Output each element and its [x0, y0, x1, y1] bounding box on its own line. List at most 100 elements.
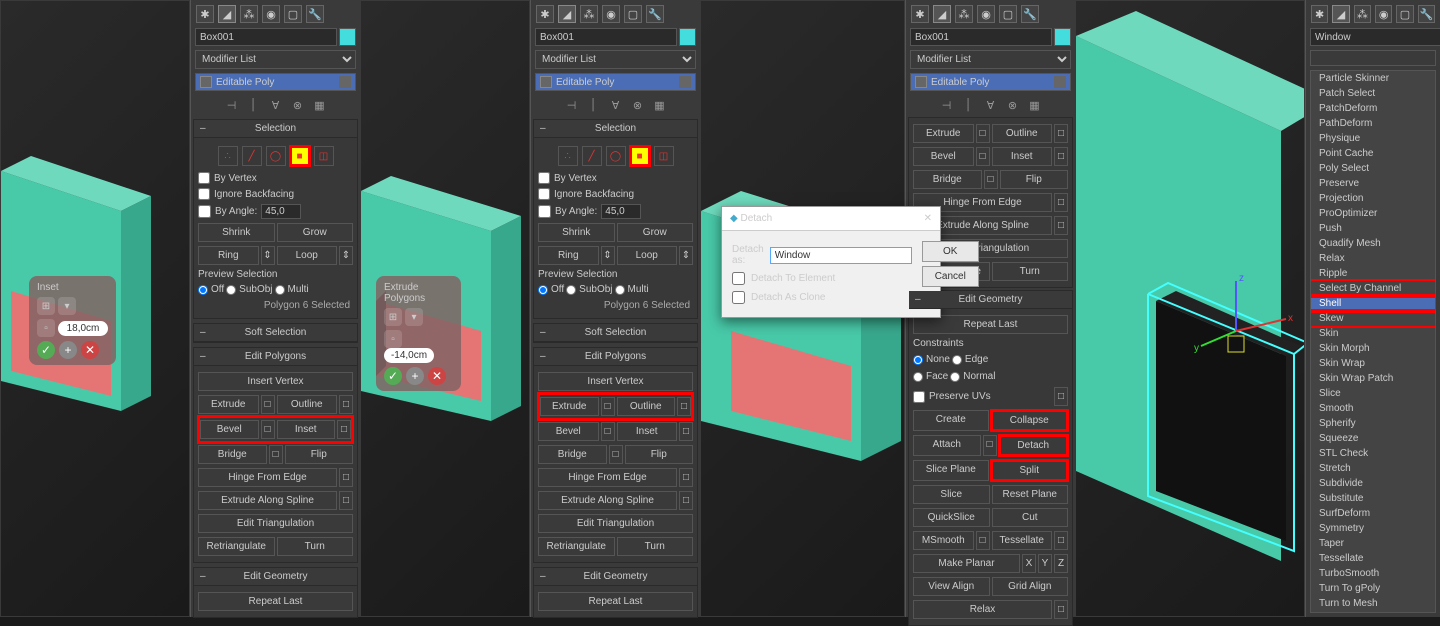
detach-button[interactable]: Detach: [999, 435, 1069, 456]
modifier-item[interactable]: Turn To gPoly: [1311, 581, 1435, 596]
modifier-item[interactable]: Skin: [1311, 326, 1435, 341]
modifier-item[interactable]: SurfDeform: [1311, 506, 1435, 521]
callout-type-icon[interactable]: ⊞: [37, 297, 55, 315]
modify-tab-icon[interactable]: ◢: [218, 5, 236, 23]
callout-type-icon[interactable]: ⊞: [384, 308, 402, 326]
modifier-item[interactable]: ProOptimizer: [1311, 206, 1435, 221]
modifier-item[interactable]: Preserve: [1311, 176, 1435, 191]
viewport-4[interactable]: z x y: [1075, 0, 1305, 617]
split-button[interactable]: Split: [991, 460, 1069, 481]
border-icon[interactable]: ◯: [606, 146, 626, 166]
angle-value[interactable]: [261, 204, 301, 219]
loop-spinner[interactable]: ⇕: [339, 246, 353, 265]
modifier-item[interactable]: Ripple: [1311, 266, 1435, 281]
attach-button[interactable]: Attach: [913, 435, 981, 456]
edge-icon[interactable]: ╱: [582, 146, 602, 166]
ring-spinner[interactable]: ⇕: [261, 246, 275, 265]
modifier-item[interactable]: Skew: [1311, 311, 1435, 326]
object-name[interactable]: [195, 28, 337, 46]
extrude-spline-settings[interactable]: □: [339, 491, 353, 510]
border-icon[interactable]: ◯: [266, 146, 286, 166]
pin-icon[interactable]: ⊣: [224, 97, 240, 113]
object-name[interactable]: [535, 28, 677, 46]
collapse-button[interactable]: Collapse: [991, 410, 1069, 431]
callout-apply[interactable]: +: [59, 341, 77, 359]
detach-as-clone-check[interactable]: [732, 291, 745, 304]
modifier-item[interactable]: Relax: [1311, 251, 1435, 266]
extrude-callout[interactable]: Extrude Polygons ⊞▾ ▫ ✓+✕: [376, 276, 461, 391]
modifier-item[interactable]: Turn to Patch: [1311, 611, 1435, 613]
extrude-button[interactable]: Extrude: [540, 397, 599, 416]
extrude-settings[interactable]: □: [261, 395, 275, 414]
eye-icon[interactable]: [540, 76, 552, 88]
object-color[interactable]: [679, 28, 696, 46]
modifier-item[interactable]: Select By Channel: [1311, 281, 1435, 296]
eye-icon[interactable]: [200, 76, 212, 88]
object-color[interactable]: [339, 28, 356, 46]
preserve-uvs-check[interactable]: [913, 391, 925, 403]
detach-name-field[interactable]: [770, 247, 912, 264]
bridge-button[interactable]: Bridge: [198, 445, 267, 464]
loop-button[interactable]: Loop: [277, 246, 338, 265]
callout-apply[interactable]: +: [406, 367, 424, 385]
retriangulate-button[interactable]: Retriangulate: [198, 537, 275, 556]
inset-settings[interactable]: □: [337, 420, 351, 439]
slice-plane-button[interactable]: Slice Plane: [913, 460, 989, 481]
modifier-item[interactable]: Projection: [1311, 191, 1435, 206]
modifier-item[interactable]: STL Check: [1311, 446, 1435, 461]
close-icon[interactable]: ✕: [924, 213, 932, 224]
element-icon[interactable]: ◫: [654, 146, 674, 166]
ring-button[interactable]: Ring: [198, 246, 259, 265]
stack-toggle-icon[interactable]: [339, 76, 351, 88]
bevel-settings[interactable]: □: [261, 420, 275, 439]
inset-button[interactable]: Inset: [277, 420, 336, 439]
callout-ok[interactable]: ✓: [37, 341, 55, 359]
modifier-item[interactable]: Substitute: [1311, 491, 1435, 506]
modifier-stack[interactable]: Editable Poly: [195, 73, 356, 91]
remove-icon[interactable]: ⊗: [290, 97, 306, 113]
edit-geometry-header[interactable]: Edit Geometry: [194, 568, 357, 586]
extrude-button[interactable]: Extrude: [198, 395, 259, 414]
viewport-3[interactable]: ◆ Detach✕ Detach as: Detach To Element D…: [700, 0, 905, 617]
ignore-backfacing-check[interactable]: [198, 188, 210, 200]
modifier-item[interactable]: Skin Wrap: [1311, 356, 1435, 371]
insert-vertex-button[interactable]: Insert Vertex: [198, 372, 353, 391]
modifier-item[interactable]: Taper: [1311, 536, 1435, 551]
element-icon[interactable]: ◫: [314, 146, 334, 166]
preview-subobj[interactable]: [226, 285, 236, 295]
outline-button[interactable]: Outline: [277, 395, 338, 414]
sets-icon[interactable]: ▦: [312, 97, 328, 113]
polygon-icon[interactable]: ■: [290, 146, 310, 166]
hinge-settings[interactable]: □: [339, 468, 353, 487]
preview-off[interactable]: [198, 285, 208, 295]
callout-cancel[interactable]: ✕: [81, 341, 99, 359]
modifier-item[interactable]: Spherify: [1311, 416, 1435, 431]
modifier-item[interactable]: Symmetry: [1311, 521, 1435, 536]
grow-button[interactable]: Grow: [277, 223, 354, 242]
selection-header[interactable]: Selection: [194, 120, 357, 138]
modifier-stack[interactable]: Editable Poly: [535, 73, 696, 91]
callout-value[interactable]: [58, 321, 108, 336]
modifier-item[interactable]: Point Cache: [1311, 146, 1435, 161]
inset-callout[interactable]: Inset ⊞▾ ▫ ✓+✕: [29, 276, 116, 365]
shrink-button[interactable]: Shrink: [198, 223, 275, 242]
flip-button[interactable]: Flip: [285, 445, 354, 464]
extrude-spline-button[interactable]: Extrude Along Spline: [198, 491, 337, 510]
ok-button[interactable]: OK: [922, 241, 979, 262]
bridge-settings[interactable]: □: [269, 445, 283, 464]
modifier-item[interactable]: Squeeze: [1311, 431, 1435, 446]
modify-tab-icon[interactable]: ◢: [558, 5, 576, 23]
modifier-list[interactable]: Modifier List: [535, 50, 696, 69]
motion-tab-icon[interactable]: ◉: [602, 5, 620, 23]
modifier-item[interactable]: Particle Skinner: [1311, 71, 1435, 86]
outline-settings[interactable]: □: [339, 395, 353, 414]
modifier-item[interactable]: PathDeform: [1311, 116, 1435, 131]
modifier-item[interactable]: Skin Morph: [1311, 341, 1435, 356]
modifier-item[interactable]: Slice: [1311, 386, 1435, 401]
display-tab-icon[interactable]: ▢: [624, 5, 642, 23]
hinge-button[interactable]: Hinge From Edge: [198, 468, 337, 487]
modifier-item[interactable]: Tessellate: [1311, 551, 1435, 566]
modifier-list[interactable]: Modifier List: [195, 50, 356, 69]
turn-button[interactable]: Turn: [277, 537, 354, 556]
modifier-item[interactable]: Shell: [1311, 296, 1435, 311]
